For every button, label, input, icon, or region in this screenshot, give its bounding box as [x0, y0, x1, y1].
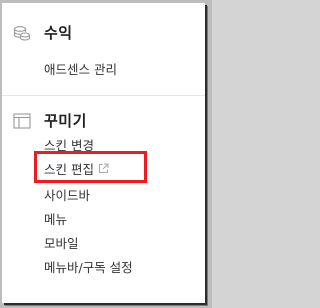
- section-title-revenue: 수익: [44, 24, 73, 42]
- section-title-decorate: 꾸미기: [44, 112, 87, 130]
- menu-item-label: 사이드바: [44, 187, 91, 203]
- menu-item-adsense[interactable]: 애드센스 관리: [44, 59, 117, 77]
- menu-item-label: 메뉴: [44, 211, 68, 227]
- coins-icon: [12, 24, 32, 42]
- section-header-revenue[interactable]: 수익: [12, 22, 73, 43]
- highlight-box: [34, 151, 147, 183]
- screenshot-frame: 수익 애드센스 관리 꾸미기 스킨 변경 스킨 편집 사이드바 메뉴 모바일 메…: [0, 0, 212, 308]
- menu-item-menubar-subscribe[interactable]: 메뉴바/구독 설정: [44, 257, 133, 275]
- menu-item-menu[interactable]: 메뉴: [44, 209, 67, 227]
- menu-item-label: 모바일: [44, 235, 79, 251]
- section-header-decorate[interactable]: 꾸미기: [12, 110, 87, 131]
- menu-item-label: 메뉴바/구독 설정: [44, 259, 133, 275]
- menu-item-sidebar[interactable]: 사이드바: [44, 185, 90, 203]
- section-divider: [2, 95, 205, 96]
- menu-item-mobile[interactable]: 모바일: [44, 233, 79, 251]
- layout-icon: [12, 112, 32, 130]
- menu-item-label: 애드센스 관리: [44, 61, 117, 77]
- settings-sidebar-panel: 수익 애드센스 관리 꾸미기 스킨 변경 스킨 편집 사이드바 메뉴 모바일 메…: [2, 3, 205, 303]
